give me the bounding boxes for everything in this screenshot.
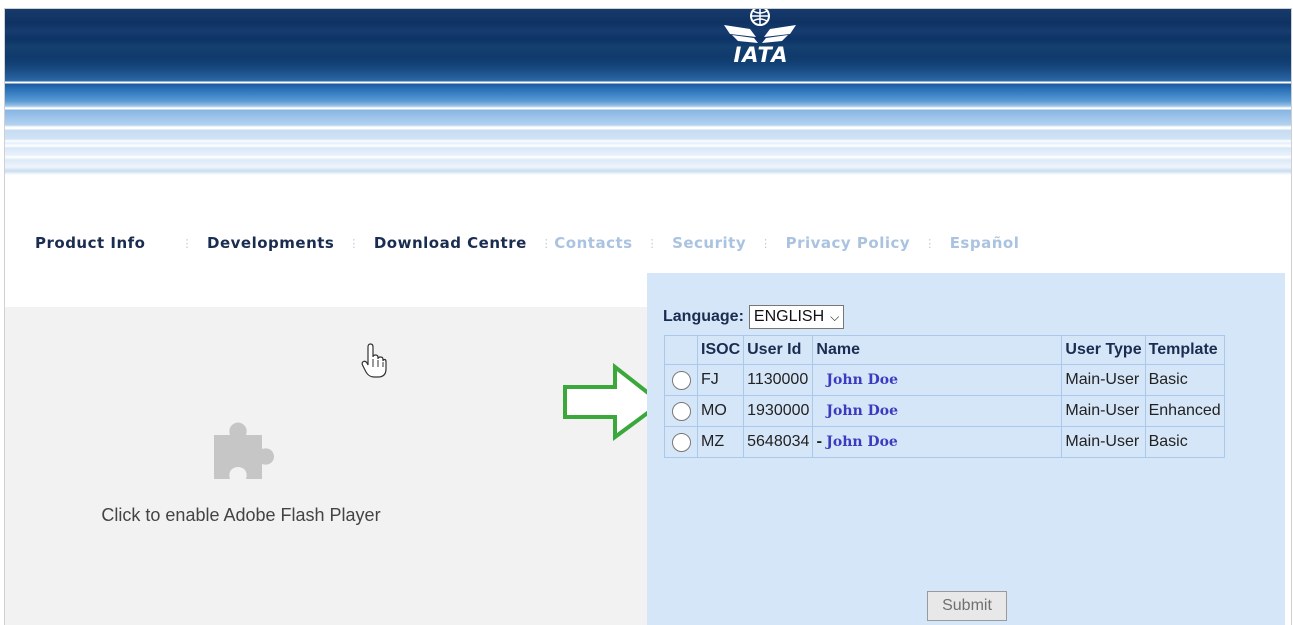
table-header-row: ISOC User Id Name User Type Template bbox=[664, 335, 1225, 365]
submit-button[interactable]: Submit bbox=[927, 591, 1007, 621]
row-select-cell bbox=[664, 426, 698, 458]
name-cell: - John Doe bbox=[812, 426, 1063, 458]
row-radio-button[interactable] bbox=[671, 433, 691, 452]
user-type-cell: Main-User bbox=[1061, 426, 1146, 458]
nav-espanol[interactable]: Español bbox=[950, 234, 1020, 252]
nav-separator: ⋮ bbox=[540, 236, 553, 250]
row-select-cell bbox=[664, 395, 698, 427]
col-header-name: Name bbox=[812, 335, 1063, 365]
header-banner bbox=[5, 9, 1291, 175]
isoc-cell: MO bbox=[696, 395, 745, 427]
template-cell: Enhanced bbox=[1144, 395, 1225, 427]
browser-frame: IATA Product Info ⋮ Developments ⋮ Downl… bbox=[4, 8, 1292, 625]
user-name-link[interactable]: John Doe bbox=[816, 372, 898, 388]
template-cell: Basic bbox=[1144, 426, 1225, 458]
template-cell: Basic bbox=[1144, 364, 1225, 396]
nav-separator: ⋮ bbox=[646, 236, 659, 250]
user-selection-panel: Language: ENGLISH ⌵ ISOC User Id Name Us… bbox=[647, 273, 1285, 625]
users-table: ISOC User Id Name User Type Template FJ … bbox=[664, 335, 1225, 458]
col-header-select bbox=[664, 335, 698, 365]
language-select[interactable]: ENGLISH ⌵ bbox=[748, 305, 845, 329]
nav-contacts[interactable]: Contacts bbox=[554, 234, 632, 252]
isoc-cell: MZ bbox=[696, 426, 745, 458]
nav-product-info[interactable]: Product Info bbox=[35, 234, 146, 252]
language-row: Language: ENGLISH ⌵ bbox=[663, 305, 845, 329]
user-type-cell: Main-User bbox=[1061, 364, 1146, 396]
isoc-cell: FJ bbox=[696, 364, 745, 396]
row-select-cell bbox=[664, 364, 698, 396]
nav-separator: ⋮ bbox=[924, 236, 936, 250]
chevron-down-icon: ⌵ bbox=[830, 309, 840, 324]
name-cell: John Doe bbox=[812, 364, 1063, 396]
nav-security[interactable]: Security bbox=[672, 234, 746, 252]
user-id-cell: 1930000 bbox=[743, 395, 814, 427]
user-id-cell: 5648034 bbox=[743, 426, 814, 458]
table-row[interactable]: FJ 1130000 John Doe Main-User Basic bbox=[664, 364, 1225, 396]
table-row[interactable]: MZ 5648034 - John Doe Main-User Basic bbox=[664, 426, 1225, 458]
user-name-link[interactable]: John Doe bbox=[822, 434, 898, 450]
hand-cursor-icon bbox=[361, 343, 387, 378]
nav-developments[interactable]: Developments bbox=[207, 234, 334, 252]
table-row[interactable]: MO 1930000 John Doe Main-User Enhanced bbox=[664, 395, 1225, 427]
flash-message: Click to enable Adobe Flash Player bbox=[101, 505, 381, 525]
nav-separator: ⋮ bbox=[348, 236, 360, 250]
language-label: Language: bbox=[663, 308, 744, 325]
row-radio-button[interactable] bbox=[671, 402, 691, 421]
nav-separator: ⋮ bbox=[760, 236, 772, 250]
iata-logo-text: IATA bbox=[733, 43, 789, 67]
col-header-user-id: User Id bbox=[743, 335, 814, 365]
puzzle-piece-icon bbox=[214, 422, 274, 479]
col-header-isoc: ISOC bbox=[696, 335, 745, 365]
user-type-cell: Main-User bbox=[1061, 395, 1146, 427]
nav-privacy-policy[interactable]: Privacy Policy bbox=[786, 234, 911, 252]
language-select-value: ENGLISH bbox=[753, 308, 825, 325]
col-header-user-type: User Type bbox=[1061, 335, 1146, 365]
row-radio-button[interactable] bbox=[671, 371, 691, 390]
top-nav: Product Info ⋮ Developments ⋮ Download C… bbox=[35, 233, 1019, 253]
name-cell: John Doe bbox=[812, 395, 1063, 427]
nav-download-centre[interactable]: Download Centre bbox=[374, 234, 527, 252]
nav-separator: ⋮ bbox=[181, 236, 193, 250]
flash-placeholder[interactable]: Click to enable Adobe Flash Player bbox=[5, 307, 647, 625]
user-name-link[interactable]: John Doe bbox=[816, 403, 898, 419]
col-header-template: Template bbox=[1144, 335, 1225, 365]
user-id-cell: 1130000 bbox=[743, 364, 814, 396]
